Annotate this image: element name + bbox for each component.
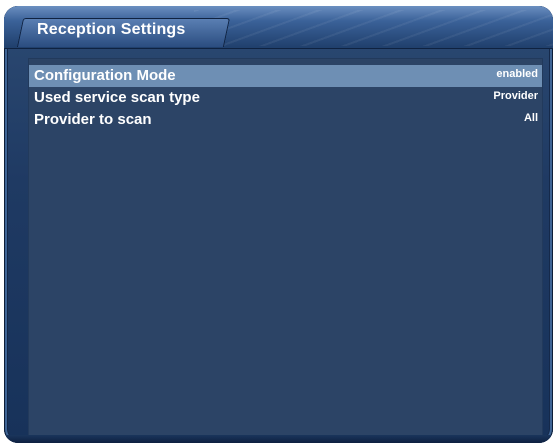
setting-value: All [523, 112, 538, 124]
window-title: Reception Settings [37, 21, 186, 38]
setting-row-provider-to-scan[interactable]: Provider to scan All [29, 109, 542, 131]
setting-value: enabled [496, 68, 538, 80]
settings-list: Configuration Mode enabled Used service … [28, 58, 543, 436]
setting-label: Provider to scan [34, 111, 152, 128]
settings-window: Reception Settings Configuration Mode en… [4, 6, 553, 443]
setting-row-configuration-mode[interactable]: Configuration Mode enabled [29, 65, 542, 87]
setting-label: Used service scan type [34, 89, 200, 106]
setting-value: Provider [493, 90, 538, 102]
setting-row-used-service-scan-type[interactable]: Used service scan type Provider [29, 87, 542, 109]
title-bar: Reception Settings [4, 6, 553, 49]
title-bar-decoration [194, 10, 553, 46]
window-bottom-edge [4, 435, 553, 443]
setting-label: Configuration Mode [34, 67, 176, 84]
